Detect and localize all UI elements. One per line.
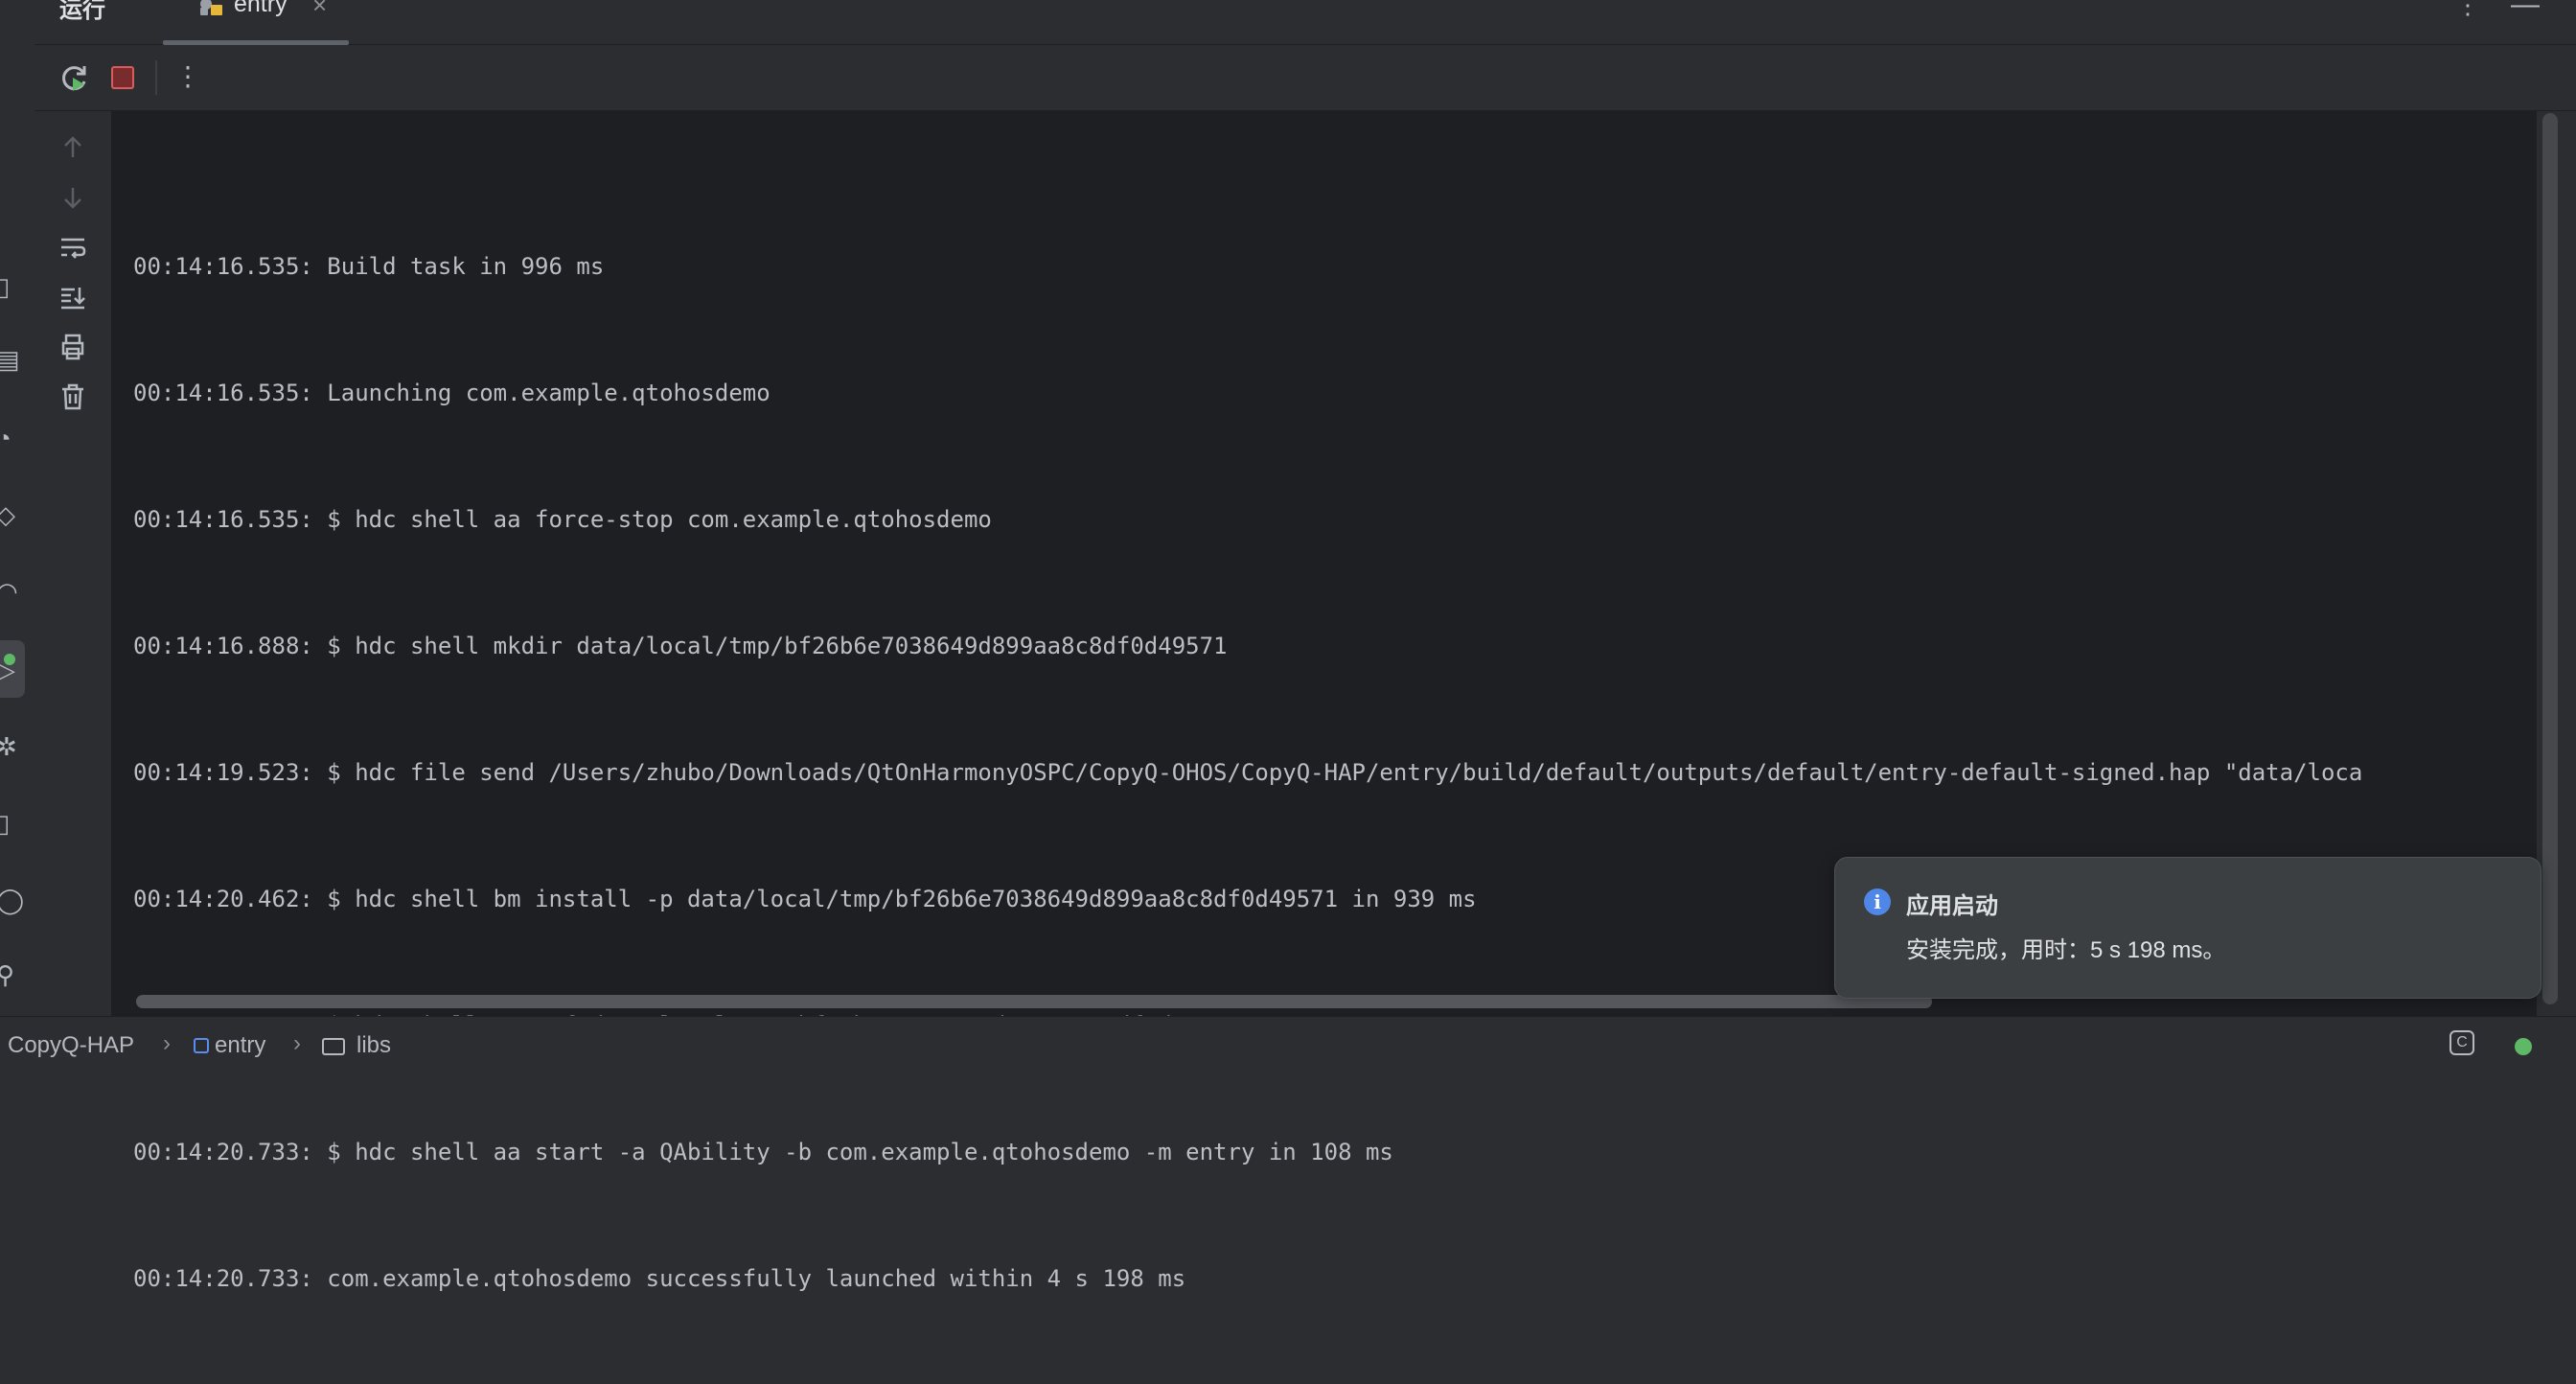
- structure-icon[interactable]: ▤: [0, 347, 20, 372]
- console-log: 00:14:16.535: Build task in 996 ms 00:14…: [133, 161, 2362, 1384]
- notification-balloon[interactable]: i 应用启动 安装完成，用时：5 s 198 ms。: [1834, 857, 2542, 999]
- notification-body: 安装完成，用时：5 s 198 ms。: [1906, 937, 2226, 963]
- breadcrumb-module[interactable]: entry: [215, 1032, 265, 1059]
- scroll-up-icon[interactable]: [58, 132, 88, 163]
- bookmarks-icon[interactable]: ▯: [0, 274, 15, 299]
- services-icon[interactable]: ◔: [0, 426, 15, 450]
- log-line: 00:14:19.523: $ hdc file send /Users/zhu…: [133, 759, 2363, 786]
- log-line: 00:14:20.733: $ hdc shell aa start -a QA…: [133, 1139, 1393, 1165]
- notification-title: 应用启动: [1906, 893, 1998, 919]
- log-line: 00:14:16.888: $ hdc shell mkdir data/loc…: [133, 633, 1228, 659]
- hap-module-icon: [200, 0, 222, 15]
- breadcrumb-separator: ›: [293, 1030, 301, 1056]
- run-toolbar: ⋮: [34, 45, 2576, 111]
- tab-entry[interactable]: entry ×: [163, 0, 349, 45]
- breadcrumb-separator: ›: [163, 1030, 171, 1056]
- tab-label: entry: [234, 0, 288, 17]
- git-icon[interactable]: ⚲: [0, 962, 15, 987]
- panel-title: 运行: [59, 0, 105, 23]
- status-ok-icon[interactable]: [2515, 1038, 2532, 1055]
- breadcrumb-folder[interactable]: libs: [356, 1032, 391, 1059]
- print-icon[interactable]: [58, 332, 88, 362]
- running-indicator: [4, 654, 15, 665]
- run-panel-header: 运行 entry × ⋮ —: [34, 0, 2576, 45]
- folder-icon: [322, 1038, 345, 1055]
- left-tool-strip: ▯ ▤ ◔ ◇ ◠ ▷ ✲ ▯ ◯ ⚲: [0, 0, 35, 1016]
- copilot-icon[interactable]: C: [2450, 1030, 2474, 1055]
- terminal-icon[interactable]: ▯: [0, 811, 15, 836]
- more-options-icon[interactable]: ⋮: [2455, 0, 2480, 20]
- info-icon: i: [1864, 888, 1891, 915]
- scroll-down-icon[interactable]: [58, 182, 88, 213]
- profiler-icon[interactable]: ◠: [0, 579, 18, 604]
- console-side-toolbar: [34, 111, 112, 1016]
- log-line: 00:14:16.535: Launching com.example.qtoh…: [133, 380, 770, 406]
- breadcrumb-project[interactable]: CopyQ-HAP: [8, 1032, 134, 1059]
- toolbar-separator: [155, 60, 157, 95]
- log-line: 00:14:16.535: Build task in 996 ms: [133, 253, 605, 280]
- horizontal-scrollbar[interactable]: [136, 995, 1932, 1008]
- build-icon[interactable]: ◇: [0, 502, 15, 527]
- minimize-icon[interactable]: —: [2511, 0, 2540, 21]
- problems-icon[interactable]: ◯: [0, 888, 24, 912]
- status-bar: CopyQ-HAP › entry › libs C: [0, 1016, 2576, 1058]
- vertical-scroll-thumb[interactable]: [2542, 113, 2558, 1004]
- more-icon[interactable]: ⋮: [174, 58, 201, 95]
- close-icon[interactable]: ×: [312, 0, 327, 20]
- vertical-scrollbar[interactable]: [2537, 111, 2576, 1016]
- log-line: 00:14:16.535: $ hdc shell aa force-stop …: [133, 506, 992, 533]
- debug-icon[interactable]: ✲: [0, 734, 17, 759]
- rerun-icon[interactable]: [58, 62, 90, 95]
- soft-wrap-icon[interactable]: [58, 232, 88, 263]
- clear-icon[interactable]: [58, 381, 88, 412]
- stop-icon[interactable]: [111, 66, 134, 89]
- module-icon: [194, 1038, 209, 1053]
- log-line: 00:14:20.733: com.example.qtohosdemo suc…: [133, 1265, 1186, 1292]
- scroll-to-end-icon[interactable]: [58, 282, 88, 312]
